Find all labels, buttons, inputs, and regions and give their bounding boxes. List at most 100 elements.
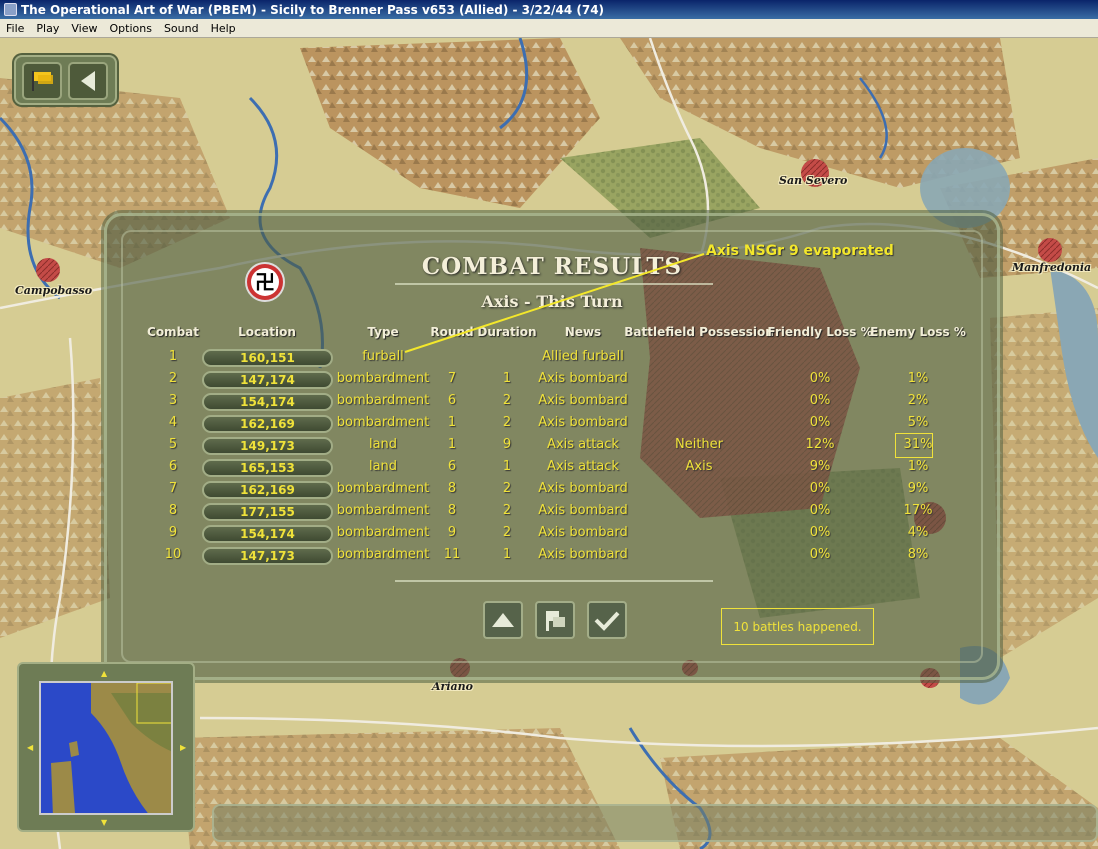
cell-type: land: [368, 459, 398, 474]
cell-round: 1: [447, 415, 457, 430]
cell-enemy: 2%: [907, 393, 929, 408]
cell-news: Axis attack: [547, 459, 619, 474]
cell-type: bombardment: [336, 481, 430, 496]
callout-text: Axis NSGr 9 evaporated: [706, 243, 894, 259]
minimap-panel: ▲ ▼ ◀ ▶: [17, 662, 195, 832]
battles-summary: 10 battles happened.: [721, 608, 874, 645]
cell-combat: 2: [168, 371, 178, 386]
flags-icon: [546, 611, 565, 631]
cell-battlefield: Neither: [674, 437, 724, 452]
cell-duration: 2: [502, 481, 512, 496]
location-button[interactable]: 149,173: [202, 437, 333, 455]
location-button[interactable]: 147,174: [202, 371, 333, 389]
cell-news: Axis bombard: [538, 415, 628, 430]
cell-enemy: 1%: [907, 459, 929, 474]
cell-friendly: 0%: [809, 481, 831, 496]
cell-type: bombardment: [336, 525, 430, 540]
footer-divider: [395, 580, 713, 582]
cell-type: bombardment: [336, 415, 430, 430]
cell-friendly: 0%: [809, 525, 831, 540]
minimap-right-icon[interactable]: ▶: [180, 744, 186, 752]
cell-combat: 10: [164, 547, 182, 562]
cell-friendly: 12%: [805, 437, 835, 452]
menu-options[interactable]: Options: [103, 22, 157, 35]
cell-friendly: 0%: [809, 371, 831, 386]
cell-type: bombardment: [336, 547, 430, 562]
cell-duration: 2: [502, 525, 512, 540]
cell-type: land: [368, 437, 398, 452]
cell-combat: 7: [168, 481, 178, 496]
location-button[interactable]: 177,155: [202, 503, 333, 521]
minimap-down-icon[interactable]: ▼: [101, 819, 107, 827]
location-button[interactable]: 154,174: [202, 525, 333, 543]
menu-help[interactable]: Help: [205, 22, 242, 35]
checkmark-icon: [594, 611, 620, 631]
header-enemy-loss: Enemy Loss %: [870, 325, 966, 339]
town-label-manfredonia: Manfredonia: [1012, 261, 1092, 274]
cell-combat: 9: [168, 525, 178, 540]
title-divider: [395, 283, 713, 285]
minimap-left-icon[interactable]: ◀: [27, 744, 33, 752]
cell-news: Axis bombard: [538, 525, 628, 540]
header-news: News: [564, 325, 602, 339]
cell-enemy: 4%: [907, 525, 929, 540]
cell-round: 6: [447, 393, 457, 408]
flag-button[interactable]: [22, 62, 62, 100]
location-button[interactable]: 162,169: [202, 481, 333, 499]
header-friendly-loss: Friendly Loss %: [767, 325, 873, 339]
cell-friendly: 9%: [809, 459, 831, 474]
flag-view-button[interactable]: [535, 601, 575, 639]
cell-enemy: 9%: [907, 481, 929, 496]
location-button[interactable]: 162,169: [202, 415, 333, 433]
cell-duration: 1: [502, 547, 512, 562]
cell-type: bombardment: [336, 503, 430, 518]
location-button[interactable]: 165,153: [202, 459, 333, 477]
menu-bar: File Play View Options Sound Help: [0, 19, 1098, 38]
cell-friendly: 0%: [809, 415, 831, 430]
cell-friendly: 0%: [809, 393, 831, 408]
minimap[interactable]: [39, 681, 173, 815]
menu-play[interactable]: Play: [30, 22, 65, 35]
back-button[interactable]: [68, 62, 108, 100]
cell-round: 9: [447, 525, 457, 540]
cell-combat: 6: [168, 459, 178, 474]
cell-round: 1: [447, 437, 457, 452]
town-label-campobasso: Campobasso: [15, 284, 93, 297]
cell-news: Axis bombard: [538, 393, 628, 408]
cell-news: Axis bombard: [538, 481, 628, 496]
cell-friendly: 0%: [809, 503, 831, 518]
header-location: Location: [238, 325, 296, 339]
header-battlefield-possession: Battlefield Possession: [624, 325, 774, 339]
scroll-up-button[interactable]: [483, 601, 523, 639]
menu-sound[interactable]: Sound: [158, 22, 205, 35]
cell-duration: 2: [502, 415, 512, 430]
flag-icon: [32, 71, 53, 91]
location-button[interactable]: 160,151: [202, 349, 333, 367]
minimap-up-icon[interactable]: ▲: [101, 670, 107, 678]
header-duration: Duration: [477, 325, 537, 339]
cell-duration: 1: [502, 371, 512, 386]
ok-button[interactable]: [587, 601, 627, 639]
cell-combat: 8: [168, 503, 178, 518]
cell-enemy: 1%: [907, 371, 929, 386]
cell-type: furball: [362, 349, 404, 364]
town-label-ariano: Ariano: [432, 680, 473, 693]
location-button[interactable]: 147,173: [202, 547, 333, 565]
cell-friendly: 0%: [809, 547, 831, 562]
cell-news: Axis bombard: [538, 503, 628, 518]
cell-round: 6: [447, 459, 457, 474]
cell-type: bombardment: [336, 393, 430, 408]
highlight-box-enemy-loss: [895, 433, 933, 458]
cell-combat: 4: [168, 415, 178, 430]
cell-enemy: 5%: [907, 415, 929, 430]
window-title: The Operational Art of War (PBEM) - Sici…: [21, 2, 605, 17]
location-button[interactable]: 154,174: [202, 393, 333, 411]
triangle-up-icon: [492, 613, 514, 627]
cell-combat: 3: [168, 393, 178, 408]
menu-view[interactable]: View: [65, 22, 103, 35]
cell-news: Axis bombard: [538, 547, 628, 562]
menu-file[interactable]: File: [0, 22, 30, 35]
dialog-subtitle: Axis - This Turn: [481, 292, 623, 311]
window-title-bar: The Operational Art of War (PBEM) - Sici…: [0, 0, 1098, 19]
triangle-left-icon: [81, 71, 95, 91]
